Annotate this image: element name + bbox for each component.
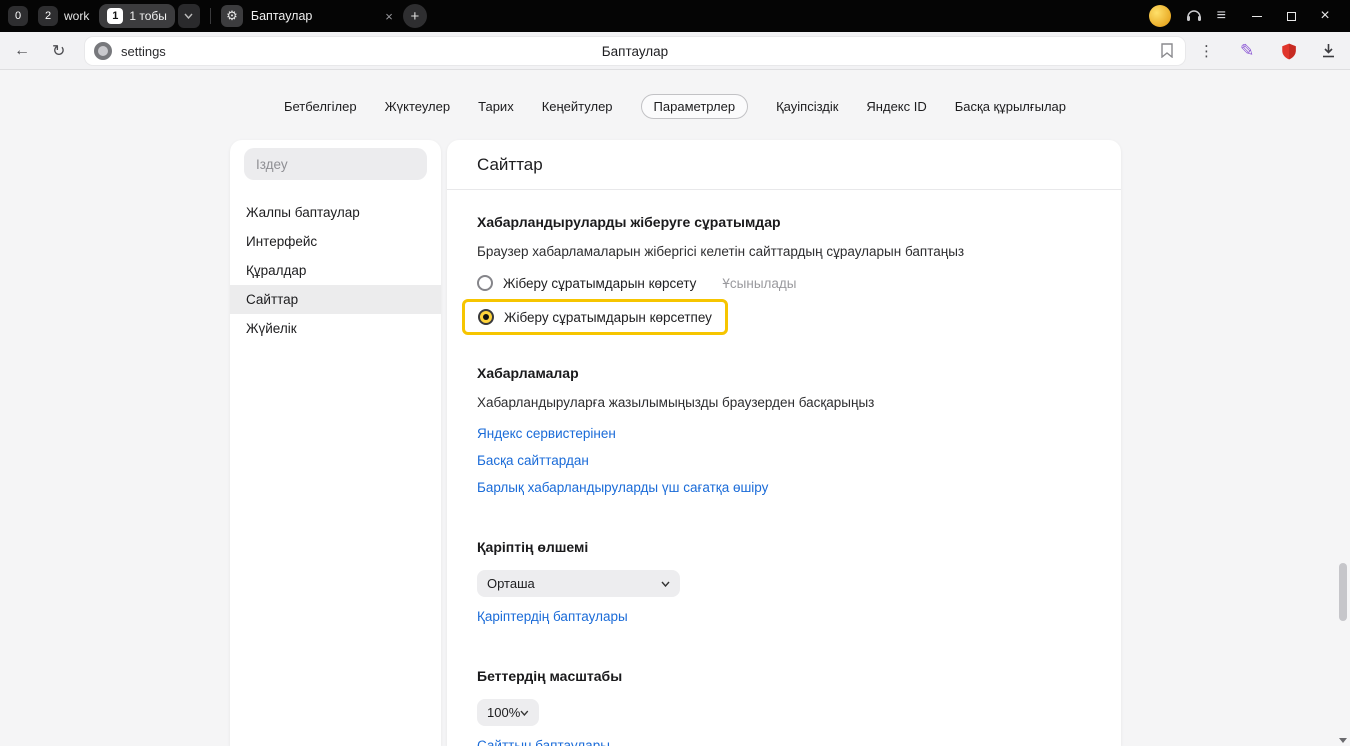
content-header: Сайттар [447,140,1121,190]
chevron-down-icon [661,581,670,587]
address-bar[interactable]: settings Баптаулар [85,37,1185,65]
section-heading-page-zoom: Беттердің масштабы [477,668,1091,684]
sidebar-item-general[interactable]: Жалпы баптаулар [230,198,441,227]
window-close-button[interactable]: × [1308,0,1342,32]
browser-window: 0 2 work 1 1 тобы ⚙ Баптаулар × + [0,0,1350,746]
window-maximize-button[interactable] [1274,0,1308,32]
page-zoom-select-value: 100% [487,705,520,720]
tab-settings[interactable]: Параметрлер [641,94,749,119]
tab-title: Баптаулар [251,9,377,23]
browser-toolbar: ← ↻ settings Баптаулар ⋮ ✎ [0,32,1350,70]
tab-bar: 0 2 work 1 1 тобы ⚙ Баптаулар × + [0,0,1350,32]
sidebar-item-sites[interactable]: Сайттар [230,285,441,314]
link-other-sites[interactable]: Басқа сайттардан [477,453,589,468]
highlight-box: Жіберу сұратымдарын көрсетпеу [462,299,728,335]
page-title: Баптаулар [85,37,1185,65]
section-heading-notification-requests: Хабарландыруларды жіберуге сұратымдар [477,214,1091,230]
pen-icon[interactable]: ✎ [1240,32,1254,70]
active-group-label: 1 тобы [129,9,167,23]
tab-close-icon[interactable]: × [385,9,393,24]
search-input[interactable] [256,157,415,172]
tab-yandex-id[interactable]: Яндекс ID [866,99,926,114]
tab-other-devices[interactable]: Басқа құрылғылар [955,99,1066,114]
settings-sidebar: Жалпы баптаулар Интерфейс Құралдар Сайтт… [230,140,441,746]
site-favicon-icon [94,42,112,60]
gear-icon: ⚙ [221,5,243,27]
sidebar-item-tools[interactable]: Құралдар [230,256,441,285]
content-title: Сайттар [477,155,1091,175]
section-heading-font-size: Қаріптің өлшемі [477,539,1091,555]
tab-group-active[interactable]: 1 1 тобы [99,4,175,28]
link-site-settings[interactable]: Сайттың баптаулары [477,738,610,746]
tab-counter-badge[interactable]: 0 [8,6,28,26]
refresh-button[interactable]: ↻ [52,32,65,70]
radio-checked-icon [478,309,494,325]
link-mute-all-3h[interactable]: Барлық хабарландыруларды үш сағатқа өшір… [477,480,768,495]
notification-requests-description: Браузер хабарламаларын жібергісі келетін… [477,244,1091,259]
kebab-menu-button[interactable]: ⋮ [1199,32,1214,70]
font-size-select[interactable]: Орташа [477,570,680,597]
sidebar-item-system[interactable]: Жүйелік [230,314,441,343]
radio-hide-requests-label: Жіберу сұратымдарын көрсетпеу [504,310,712,325]
notifications-description: Хабарландыруларға жазылымыңызды браузерд… [477,395,1091,410]
radio-hide-requests[interactable]: Жіберу сұратымдарын көрсетпеу [478,309,712,325]
back-button[interactable]: ← [14,32,30,70]
link-font-settings[interactable]: Қаріптердің баптаулары [477,609,628,624]
active-group-count: 1 [107,8,123,24]
tab-history[interactable]: Тарих [478,99,514,114]
bookmark-button[interactable] [1161,43,1173,63]
download-icon [1321,43,1336,59]
page-zoom-select[interactable]: 100% [477,699,539,726]
settings-page: Бетбелгілер Жүктеулер Тарих Кеңейтулер П… [0,70,1350,746]
tab-group-dropdown-button[interactable] [178,4,200,28]
close-icon: × [1320,8,1329,24]
menu-icon[interactable]: ≡ [1217,8,1226,24]
window-minimize-button[interactable] [1240,0,1274,32]
chevron-down-icon [520,710,529,716]
headset-icon[interactable] [1185,8,1203,24]
active-tab[interactable]: ⚙ Баптаулар × [221,5,393,27]
radio-show-requests-label: Жіберу сұратымдарын көрсету [503,276,696,291]
vertical-scrollbar-thumb[interactable] [1339,563,1347,621]
profile-avatar[interactable] [1149,5,1171,27]
work-group-label: work [64,9,89,23]
new-tab-button[interactable]: + [403,4,427,28]
url-text[interactable]: settings [121,37,166,65]
section-heading-notifications: Хабарламалар [477,365,1091,381]
link-yandex-services[interactable]: Яндекс сервистерінен [477,426,616,441]
sidebar-item-interface[interactable]: Интерфейс [230,227,441,256]
maximize-icon [1287,12,1296,21]
tab-bookmarks[interactable]: Бетбелгілер [284,99,357,114]
protect-shield-button[interactable] [1280,32,1298,70]
tab-group-work[interactable]: 2 work [38,6,89,26]
recommended-hint: Ұсынылады [722,276,796,291]
tab-extensions[interactable]: Кеңейтулер [542,99,613,114]
sidebar-search[interactable] [244,148,427,180]
tab-security[interactable]: Қауіпсіздік [776,99,838,114]
bookmark-icon [1161,43,1173,58]
work-group-count: 2 [38,6,58,26]
download-button[interactable] [1321,32,1336,70]
scroll-down-arrow-icon[interactable] [1338,735,1348,745]
minimize-icon [1252,16,1262,17]
radio-show-requests[interactable]: Жіберу сұратымдарын көрсету Ұсынылады [477,275,1091,291]
chevron-down-icon [184,13,193,19]
settings-content: Сайттар Хабарландыруларды жіберуге сұрат… [447,140,1121,746]
shield-icon [1280,42,1298,61]
settings-top-nav: Бетбелгілер Жүктеулер Тарих Кеңейтулер П… [0,70,1350,119]
tab-separator [210,8,211,24]
tab-downloads[interactable]: Жүктеулер [385,99,451,114]
font-size-select-value: Орташа [487,576,535,591]
radio-unchecked-icon [477,275,493,291]
